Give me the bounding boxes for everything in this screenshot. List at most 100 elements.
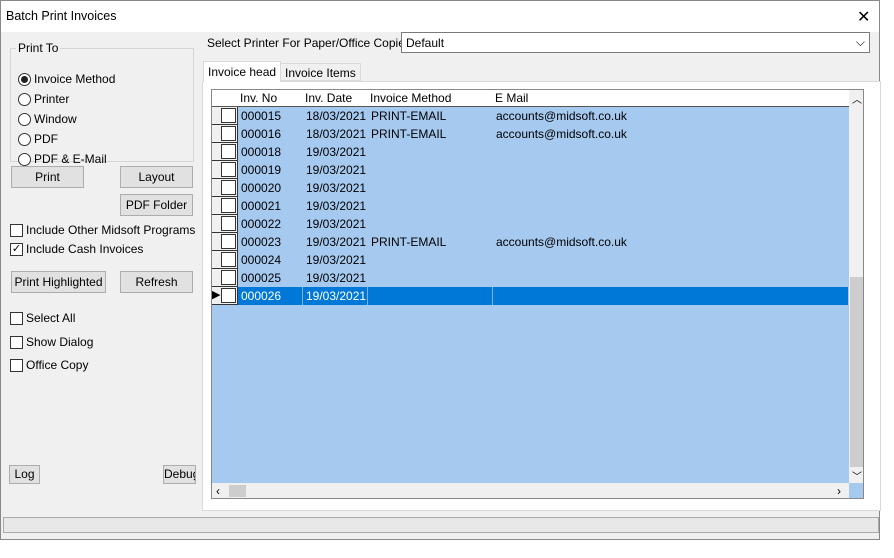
- close-icon[interactable]: ✕: [857, 7, 870, 27]
- table-row[interactable]: 000019 19/03/2021: [212, 161, 848, 179]
- radio-label: Printer: [34, 92, 70, 106]
- table-row[interactable]: 000015 18/03/2021 PRINT-EMAIL accounts@mids…: [212, 107, 848, 125]
- checkbox-box[interactable]: [10, 358, 23, 372]
- row-data: 000018 19/03/2021: [238, 143, 848, 161]
- radio-invoice-method[interactable]: Invoice Method: [18, 72, 115, 86]
- row-indicator[interactable]: ▶: [212, 287, 238, 305]
- row-checkbox[interactable]: [221, 144, 236, 159]
- row-checkbox[interactable]: [221, 234, 236, 249]
- table-row[interactable]: 000022 19/03/2021: [212, 215, 848, 233]
- table-row[interactable]: 000023 19/03/2021 PRINT-EMAIL accounts@mids…: [212, 233, 848, 251]
- scroll-right-icon[interactable]: ›: [837, 484, 841, 498]
- scroll-down-icon[interactable]: ﹀: [852, 468, 862, 483]
- cell-inv-no: 000023: [241, 235, 282, 249]
- row-indicator[interactable]: [212, 197, 238, 215]
- cell-inv-date: 19/03/2021: [306, 253, 367, 267]
- row-checkbox[interactable]: [221, 288, 236, 303]
- layout-button[interactable]: Layout: [120, 166, 193, 188]
- radio-window[interactable]: Window: [18, 112, 77, 126]
- row-indicator[interactable]: [212, 233, 238, 251]
- row-checkbox[interactable]: [221, 198, 236, 213]
- cell-invoice-method: [368, 215, 374, 233]
- row-indicator[interactable]: [212, 161, 238, 179]
- row-indicator[interactable]: [212, 251, 238, 269]
- tab-invoice-head[interactable]: Invoice head: [203, 61, 282, 82]
- column-header-email[interactable]: E Mail: [493, 90, 849, 107]
- pdf-folder-button[interactable]: PDF Folder: [120, 194, 193, 216]
- radio-circle-icon[interactable]: [18, 72, 31, 86]
- checkbox-box[interactable]: [10, 311, 23, 325]
- row-data: 000019 19/03/2021: [238, 161, 848, 179]
- cell-invoice-method: [368, 161, 374, 179]
- table-row[interactable]: ▶ 000026 19/03/2021: [212, 287, 848, 305]
- radio-circle-icon[interactable]: [18, 112, 31, 126]
- select-all-checkbox[interactable]: Select All: [10, 311, 75, 325]
- table-row[interactable]: 000025 19/03/2021: [212, 269, 848, 287]
- table-row[interactable]: 000024 19/03/2021: [212, 251, 848, 269]
- show-dialog-checkbox[interactable]: Show Dialog: [10, 335, 93, 349]
- row-checkbox[interactable]: [221, 126, 236, 141]
- cell-invoice-method: [368, 287, 493, 305]
- cell-inv-date: 18/03/2021: [306, 127, 367, 141]
- refresh-button[interactable]: Refresh: [120, 271, 193, 293]
- window-title: Batch Print Invoices: [6, 9, 117, 23]
- include-cash-checkbox[interactable]: ✓ Include Cash Invoices: [10, 242, 143, 256]
- tab-invoice-items[interactable]: Invoice Items: [280, 63, 361, 81]
- debug-button[interactable]: Debug: [163, 465, 196, 484]
- row-indicator[interactable]: [212, 143, 238, 161]
- table-row[interactable]: 000020 19/03/2021: [212, 179, 848, 197]
- table-row[interactable]: 000021 19/03/2021: [212, 197, 848, 215]
- row-data: 000025 19/03/2021: [238, 269, 848, 287]
- cell-inv-date: 19/03/2021: [306, 163, 367, 177]
- row-indicator[interactable]: [212, 215, 238, 233]
- vertical-scrollbar[interactable]: ︿ ﹀: [849, 90, 863, 483]
- row-checkbox[interactable]: [221, 162, 236, 177]
- table-row[interactable]: 000018 19/03/2021: [212, 143, 848, 161]
- row-indicator[interactable]: [212, 125, 238, 143]
- radio-circle-icon[interactable]: [18, 132, 31, 146]
- cell-email: accounts@midsoft.co.uk: [496, 235, 627, 249]
- radio-printer[interactable]: Printer: [18, 92, 69, 106]
- current-row-arrow-icon: ▶: [212, 289, 221, 301]
- cell-inv-date: 19/03/2021: [306, 235, 367, 249]
- radio-pdf[interactable]: PDF: [18, 132, 58, 146]
- printer-label: Select Printer For Paper/Office Copies: [207, 36, 411, 50]
- row-data: 000024 19/03/2021: [238, 251, 848, 269]
- row-indicator[interactable]: [212, 179, 238, 197]
- cell-email: [493, 215, 499, 233]
- row-checkbox[interactable]: [221, 180, 236, 195]
- cell-inv-date: 18/03/2021: [306, 109, 367, 123]
- include-other-checkbox[interactable]: Include Other Midsoft Programs: [10, 223, 195, 237]
- row-data: 000015 18/03/2021 PRINT-EMAIL accounts@mids…: [238, 107, 848, 125]
- row-data: 000023 19/03/2021 PRINT-EMAIL accounts@mids…: [238, 233, 848, 251]
- radio-pdf-e-mail[interactable]: PDF & E-Mail: [18, 152, 107, 166]
- radio-circle-icon[interactable]: [18, 152, 31, 166]
- hscroll-thumb[interactable]: [229, 485, 246, 497]
- column-header-invoice-method[interactable]: Invoice Method: [368, 90, 494, 107]
- row-checkbox[interactable]: [221, 108, 236, 123]
- print-highlighted-button[interactable]: Print Highlighted: [11, 271, 106, 293]
- horizontal-scrollbar[interactable]: ‹ ›: [212, 483, 849, 498]
- checkbox-box[interactable]: [10, 223, 23, 237]
- checkbox-checked-icon[interactable]: ✓: [10, 242, 23, 256]
- row-indicator[interactable]: [212, 269, 238, 287]
- column-header-inv-no[interactable]: Inv. No: [238, 90, 304, 107]
- table-row[interactable]: 000016 18/03/2021 PRINT-EMAIL accounts@mids…: [212, 125, 848, 143]
- checkbox-box[interactable]: [10, 335, 23, 349]
- row-checkbox[interactable]: [221, 270, 236, 285]
- log-button[interactable]: Log: [9, 465, 40, 484]
- scroll-up-icon[interactable]: ︿: [852, 91, 862, 106]
- print-button[interactable]: Print: [11, 166, 84, 188]
- cell-email: [493, 197, 499, 215]
- cell-inv-date: 19/03/2021: [306, 199, 367, 213]
- scroll-left-icon[interactable]: ‹: [216, 484, 220, 498]
- row-indicator[interactable]: [212, 107, 238, 125]
- cell-inv-no: 000021: [241, 199, 282, 213]
- office-copy-checkbox[interactable]: Office Copy: [10, 358, 88, 372]
- radio-circle-icon[interactable]: [18, 92, 31, 106]
- printer-select[interactable]: Default ⌵: [401, 32, 870, 53]
- scroll-thumb[interactable]: [850, 277, 863, 467]
- row-checkbox[interactable]: [221, 252, 236, 267]
- column-header-inv-date[interactable]: Inv. Date: [303, 90, 369, 107]
- row-checkbox[interactable]: [221, 216, 236, 231]
